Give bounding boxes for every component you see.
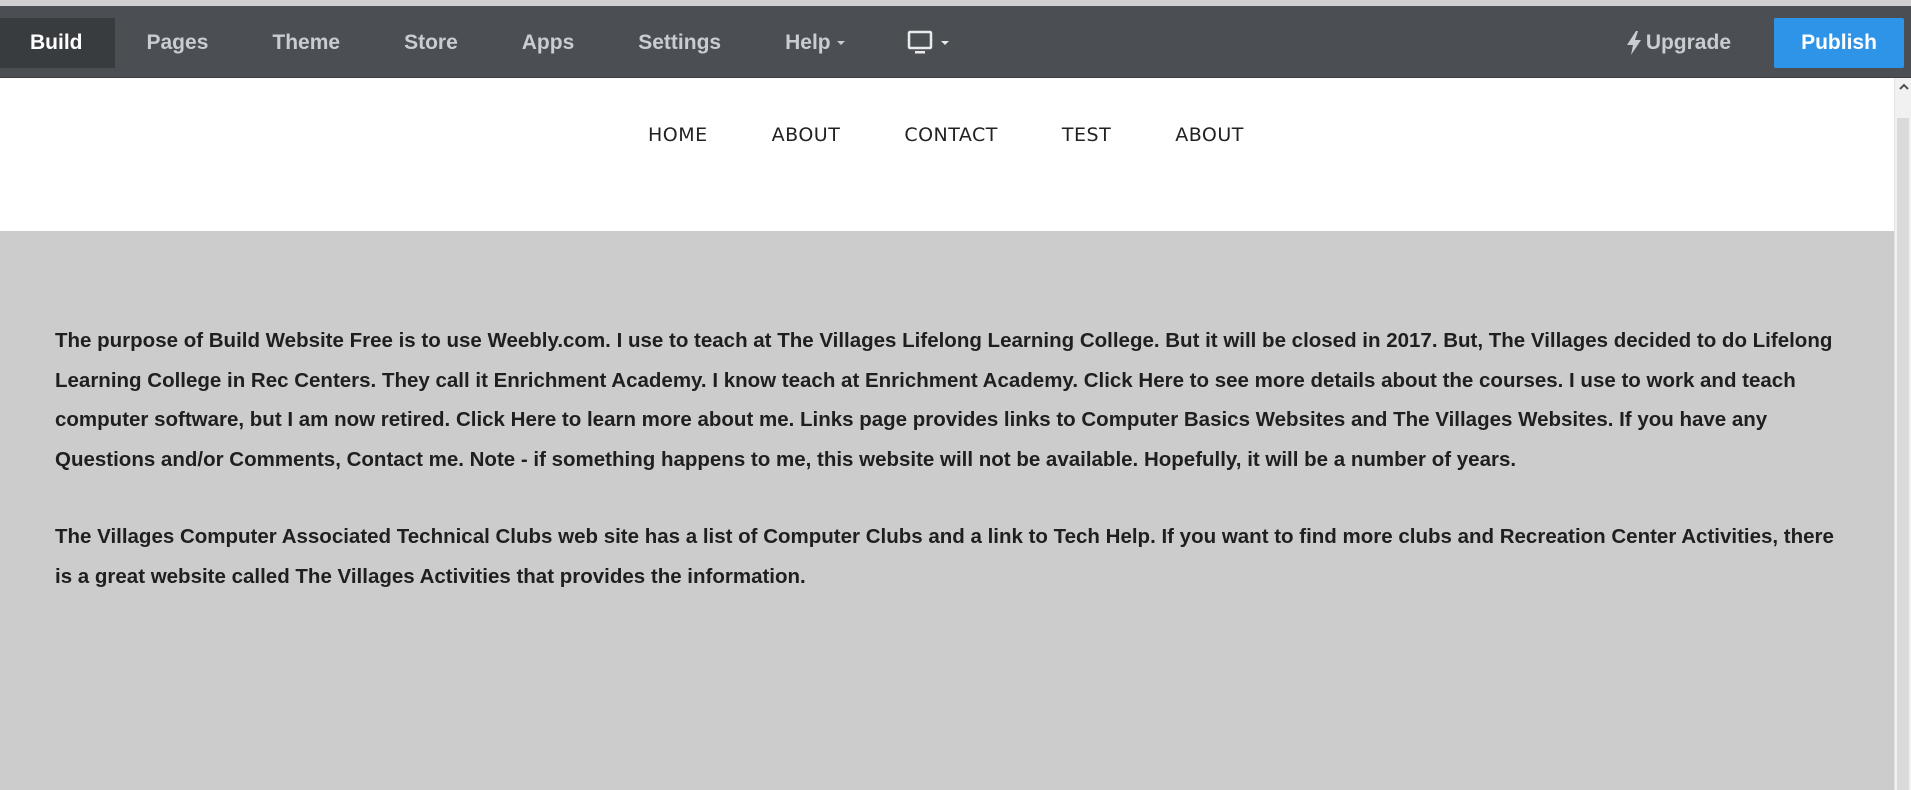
nav-link-about[interactable]: ABOUT <box>772 124 841 146</box>
text-block[interactable]: The purpose of Build Website Free is to … <box>55 321 1845 634</box>
chevron-up-icon <box>1898 83 1909 90</box>
desktop-monitor-icon <box>907 30 932 54</box>
tab-build[interactable]: Build <box>0 18 115 68</box>
nav-link-test[interactable]: TEST <box>1062 124 1111 146</box>
page-content-area: The purpose of Build Website Free is to … <box>0 231 1894 790</box>
vertical-scrollbar[interactable] <box>1894 78 1911 790</box>
scroll-up-button[interactable] <box>1895 78 1911 95</box>
nav-link-about-2[interactable]: ABOUT <box>1175 124 1244 146</box>
chevron-down-icon <box>836 41 845 46</box>
tab-apps[interactable]: Apps <box>490 18 607 68</box>
intro-paragraph[interactable]: The purpose of Build Website Free is to … <box>55 321 1845 479</box>
tab-help[interactable]: Help <box>753 18 883 68</box>
scrollbar-thumb[interactable] <box>1897 118 1909 790</box>
chevron-down-icon <box>940 41 949 45</box>
toolbar-right: Upgrade Publish <box>1626 18 1911 68</box>
upgrade-button[interactable]: Upgrade <box>1626 31 1774 55</box>
tab-theme[interactable]: Theme <box>240 18 372 68</box>
tab-pages[interactable]: Pages <box>115 18 241 68</box>
publish-button[interactable]: Publish <box>1774 18 1904 68</box>
site-navigation: HOME ABOUT CONTACT TEST ABOUT <box>648 124 1244 146</box>
lightning-bolt-icon <box>1626 31 1641 55</box>
device-preview-toggle[interactable] <box>883 18 973 68</box>
site-header: HOME ABOUT CONTACT TEST ABOUT <box>0 78 1894 231</box>
tab-store[interactable]: Store <box>372 18 490 68</box>
tab-help-label: Help <box>785 31 831 54</box>
clubs-paragraph[interactable]: The Villages Computer Associated Technic… <box>55 517 1845 596</box>
editor-toolbar: Build Pages Theme Store Apps Settings He… <box>0 6 1911 78</box>
nav-link-contact[interactable]: CONTACT <box>904 124 998 146</box>
upgrade-label: Upgrade <box>1645 31 1731 54</box>
nav-link-home[interactable]: HOME <box>648 124 708 146</box>
tab-settings[interactable]: Settings <box>606 18 753 68</box>
toolbar-tabs: Build Pages Theme Store Apps Settings He… <box>0 18 973 68</box>
